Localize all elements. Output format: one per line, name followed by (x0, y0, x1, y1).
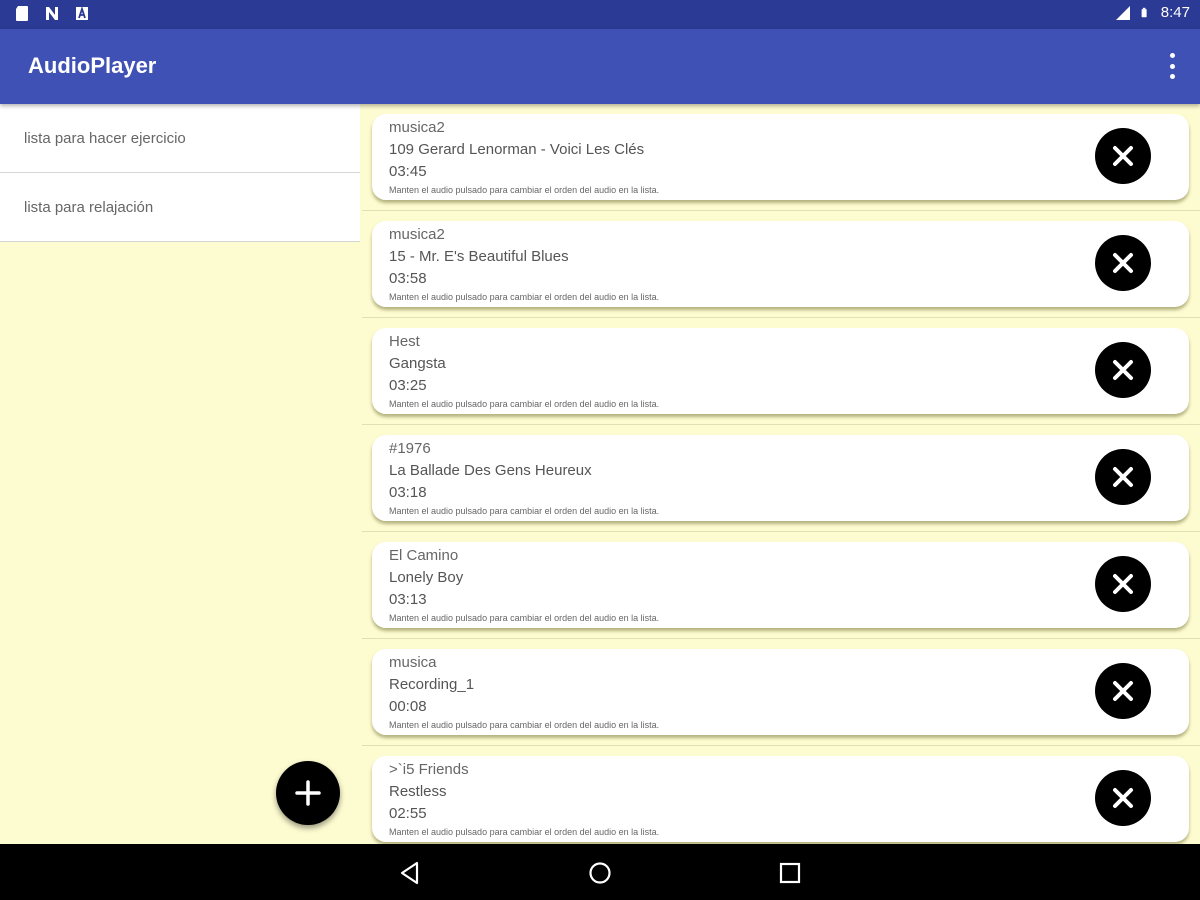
close-icon (1113, 253, 1133, 273)
track-title: 15 - Mr. E's Beautiful Blues (389, 248, 569, 265)
list-item: >`i5 Friends Restless 02:55 Manten el au… (362, 746, 1200, 844)
status-bar: 8:47 (0, 0, 1200, 29)
track-artist: musica2 (389, 119, 445, 136)
remove-track-button[interactable] (1095, 342, 1151, 398)
list-item: Hest Gangsta 03:25 Manten el audio pulsa… (362, 318, 1200, 425)
list-item: musica Recording_1 00:08 Manten el audio… (362, 639, 1200, 746)
playlist-item-relajacion[interactable]: lista para relajación (0, 173, 360, 242)
track-artist: #1976 (389, 440, 431, 457)
track-hint: Manten el audio pulsado para cambiar el … (389, 720, 660, 730)
track-artist: musica2 (389, 226, 445, 243)
close-icon (1113, 681, 1133, 701)
remove-track-button[interactable] (1095, 556, 1151, 612)
more-vert-icon[interactable] (1166, 53, 1178, 79)
close-icon (1113, 360, 1133, 380)
track-title: Restless (389, 783, 447, 800)
status-time: 8:47 (1160, 4, 1190, 21)
a-notification-icon (76, 6, 88, 20)
list-item: musica2 109 Gerard Lenorman - Voici Les … (362, 104, 1200, 211)
playlist-label: lista para relajación (24, 198, 154, 216)
track-hint: Manten el audio pulsado para cambiar el … (389, 185, 660, 195)
track-card[interactable]: >`i5 Friends Restless 02:55 Manten el au… (372, 756, 1189, 842)
remove-track-button[interactable] (1095, 770, 1151, 826)
track-title: Lonely Boy (389, 569, 464, 586)
remove-track-button[interactable] (1095, 663, 1151, 719)
close-icon (1113, 574, 1133, 594)
track-duration: 02:55 (389, 805, 427, 822)
track-artist: El Camino (389, 547, 459, 564)
track-hint: Manten el audio pulsado para cambiar el … (389, 399, 660, 409)
track-hint: Manten el audio pulsado para cambiar el … (389, 613, 660, 623)
remove-track-button[interactable] (1095, 449, 1151, 505)
track-title: Recording_1 (389, 676, 475, 693)
sd-card-icon (16, 6, 28, 21)
track-artist: >`i5 Friends (389, 761, 469, 778)
track-artist: musica (389, 654, 437, 671)
recents-icon[interactable] (777, 860, 803, 886)
list-item: #1976 La Ballade Des Gens Heureux 03:18 … (362, 425, 1200, 532)
track-hint: Manten el audio pulsado para cambiar el … (389, 292, 660, 302)
track-hint: Manten el audio pulsado para cambiar el … (389, 506, 660, 516)
playlist-panel: lista para hacer ejercicio lista para re… (0, 104, 360, 844)
app-bar: AudioPlayer (0, 29, 1200, 104)
track-card[interactable]: El Camino Lonely Boy 03:13 Manten el aud… (372, 542, 1189, 628)
track-duration: 03:45 (389, 163, 427, 180)
signal-icon (1115, 6, 1130, 20)
track-duration: 03:13 (389, 591, 427, 608)
status-system: 8:47 (1115, 4, 1190, 21)
playlist-label: lista para hacer ejercicio (24, 129, 186, 147)
close-icon (1113, 788, 1133, 808)
track-card[interactable]: Hest Gangsta 03:25 Manten el audio pulsa… (372, 328, 1189, 414)
list-item: musica2 15 - Mr. E's Beautiful Blues 03:… (362, 211, 1200, 318)
playlist-item-ejercicio[interactable]: lista para hacer ejercicio (0, 104, 360, 173)
track-card[interactable]: #1976 La Ballade Des Gens Heureux 03:18 … (372, 435, 1189, 521)
track-artist: Hest (389, 333, 420, 350)
home-icon[interactable] (587, 860, 613, 886)
back-icon[interactable] (397, 860, 423, 886)
track-card[interactable]: musica Recording_1 00:08 Manten el audio… (372, 649, 1189, 735)
track-title: Gangsta (389, 355, 446, 372)
plus-icon (295, 780, 321, 806)
track-hint: Manten el audio pulsado para cambiar el … (389, 827, 660, 837)
remove-track-button[interactable] (1095, 235, 1151, 291)
track-duration: 03:25 (389, 377, 427, 394)
track-card[interactable]: musica2 109 Gerard Lenorman - Voici Les … (372, 114, 1189, 200)
track-duration: 03:58 (389, 270, 427, 287)
add-playlist-button[interactable] (276, 761, 340, 825)
track-card[interactable]: musica2 15 - Mr. E's Beautiful Blues 03:… (372, 221, 1189, 307)
close-icon (1113, 467, 1133, 487)
track-duration: 00:08 (389, 698, 427, 715)
track-duration: 03:18 (389, 484, 427, 501)
navigation-bar (0, 844, 1200, 900)
close-icon (1113, 146, 1133, 166)
n-notification-icon (46, 7, 58, 20)
app-title: AudioPlayer (28, 53, 157, 78)
track-title: La Ballade Des Gens Heureux (389, 462, 592, 479)
remove-track-button[interactable] (1095, 128, 1151, 184)
track-list: musica2 109 Gerard Lenorman - Voici Les … (362, 104, 1200, 844)
list-item: El Camino Lonely Boy 03:13 Manten el aud… (362, 532, 1200, 639)
track-title: 109 Gerard Lenorman - Voici Les Clés (389, 141, 645, 158)
battery-icon (1141, 7, 1147, 18)
status-notifications (14, 5, 90, 22)
